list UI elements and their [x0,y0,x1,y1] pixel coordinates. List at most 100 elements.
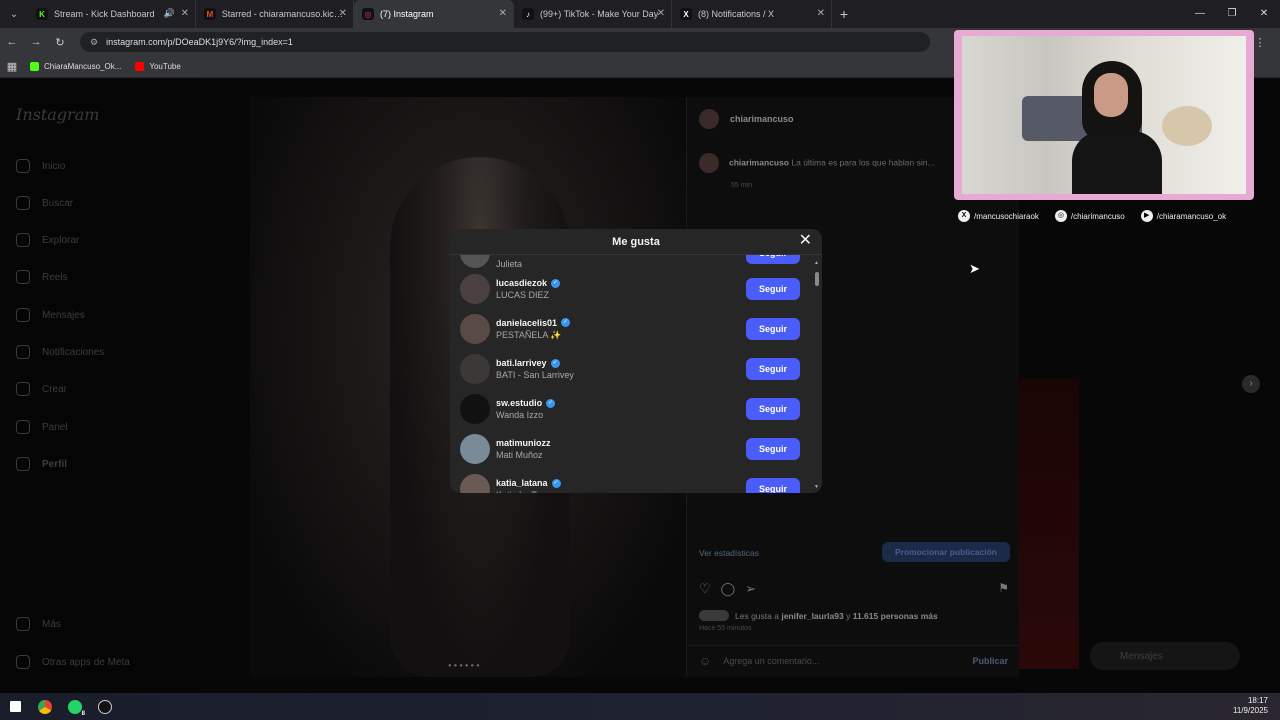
scroll-up-icon[interactable]: ▲ [814,260,819,266]
follow-button[interactable]: Seguir [746,318,800,340]
username[interactable]: katia_latana ✓ [496,478,561,488]
reload-icon[interactable]: ↻ [48,36,72,49]
tab-1[interactable]: K Stream - Kick Dashboard 🔊 ✕ [28,0,196,28]
verified-badge-icon: ✓ [561,318,571,327]
verified-badge-icon: ✓ [546,398,556,408]
nav-more[interactable]: Más [16,617,61,631]
likes-list[interactable]: Julieta Seguir lucasdiezok✓LUCAS DIEZSeg… [450,255,812,493]
list-item: lucasdiezok ✓ LUCAS DIEZ Seguir [460,269,810,309]
likes-summary[interactable]: Les gusta a jenifer_laurla93 y 11.615 pe… [699,610,938,621]
tab-3[interactable]: ◎ (7) Instagram ✕ [354,0,514,28]
nav-buscar[interactable]: Buscar [16,196,73,210]
promote-button[interactable]: Promocionar publicación [882,542,1010,562]
verified-badge-icon: ✓ [551,278,561,288]
avatar[interactable] [460,394,490,424]
tab-search-chevron-icon[interactable]: ⌄ [0,0,28,28]
social-x: X/mancusochiaraok [958,210,1039,222]
close-icon[interactable]: ✕ [799,233,812,249]
new-tab-button[interactable]: + [832,6,856,22]
avatar[interactable] [460,474,490,493]
windows-start-icon[interactable] [0,693,30,720]
username[interactable]: bati.larrivey ✓ [496,358,574,368]
bookmark-2[interactable]: YouTube [135,62,181,71]
post-author[interactable]: chiarimancuso [699,109,794,129]
chrome-icon[interactable] [30,693,60,720]
tab-2[interactable]: M Starred - chiaramancuso.kick@ ✕ [196,0,354,28]
whatsapp-icon[interactable]: 8 [60,693,90,720]
avatar[interactable] [460,434,490,464]
username[interactable]: matimuniozz [496,438,551,448]
username[interactable]: danielacelis01 ✓ [496,318,571,328]
modal-scrollbar[interactable]: ▲ ▼ [814,260,820,490]
nav-inicio[interactable]: Inicio [16,159,65,173]
share-icon[interactable]: ➢ [745,581,766,596]
user-names: matimuniozz Mati Muñoz [496,438,551,460]
streamer-body [1072,131,1162,194]
tab-4[interactable]: ♪ (99+) TikTok - Make Your Day ✕ [514,0,672,28]
avatar[interactable] [460,255,490,268]
webcam-overlay [954,30,1254,200]
instagram-logo[interactable]: Instagram [16,105,99,124]
tab-close-icon[interactable]: ✕ [339,8,347,19]
verified-badge-icon: ✓ [551,478,561,488]
tab-label: (8) Notifications / X [698,9,775,19]
address-bar[interactable]: ⚙ instagram.com/p/DOeaDK1j9Y6/?img_index… [80,32,930,52]
apps-grid-icon[interactable]: ▦ [0,60,24,73]
publish-button[interactable]: Publicar [972,656,1008,666]
display-name: PESTAÑELA ✨ [496,329,562,340]
scroll-down-icon[interactable]: ▼ [814,484,819,490]
youtube-icon: ▶ [1140,210,1153,222]
avatar [699,153,719,173]
nav-icon [16,270,30,284]
minimize-icon[interactable]: — [1184,0,1216,28]
tab-close-icon[interactable]: ✕ [499,8,507,19]
nav-mensajes[interactable]: Mensajes [16,308,85,322]
nav-perfil[interactable]: Perfil [16,457,67,471]
avatar[interactable] [460,354,490,384]
avatar[interactable] [460,274,490,304]
forward-icon[interactable]: → [24,36,48,48]
url-text: instagram.com/p/DOeaDK1j9Y6/?img_index=1 [106,37,293,47]
emoji-icon[interactable]: ☺ [699,654,711,668]
scroll-thumb[interactable] [815,272,819,286]
site-info-icon[interactable]: ⚙ [90,37,98,48]
tab-close-icon[interactable]: ✕ [817,8,825,19]
speaker-icon[interactable]: 🔊 [164,8,175,19]
obs-icon[interactable] [90,693,120,720]
tab-close-icon[interactable]: ✕ [181,8,189,19]
nav-notificaciones[interactable]: Notificaciones [16,345,104,359]
tab-5[interactable]: X (8) Notifications / X ✕ [672,0,832,28]
back-icon[interactable]: ← [0,36,24,48]
tab-close-icon[interactable]: ✕ [657,8,665,19]
bookmark-1[interactable]: ChiaraMancuso_Ok... [30,62,121,71]
follow-button[interactable]: Seguir [746,398,800,420]
avatar[interactable] [460,314,490,344]
view-stats-link[interactable]: Ver estadísticas [699,548,759,558]
follow-button[interactable]: Seguir [746,438,800,460]
nav-crear[interactable]: Crear [16,382,67,396]
nav-reels[interactable]: Reels [16,270,68,284]
next-arrow-icon[interactable]: › [1242,375,1260,393]
comment-input[interactable]: Agrega un comentario... [723,656,819,666]
streamer-face [1094,73,1128,117]
username[interactable]: lucasdiezok ✓ [496,278,561,288]
username[interactable]: sw.estudio ✓ [496,398,556,408]
follow-button[interactable]: Seguir [746,255,800,264]
messages-pill[interactable]: Mensajes [1090,642,1240,670]
maximize-icon[interactable]: ❐ [1216,0,1248,28]
tab-label: Starred - chiaramancuso.kick@ [221,9,345,19]
nav-explorar[interactable]: Explorar [16,233,79,247]
social-handle: /chiarimancuso [1070,211,1125,221]
clock[interactable]: 18:17 11/9/2025 [1233,696,1268,716]
heart-icon[interactable]: ♡ [699,581,721,596]
follow-button[interactable]: Seguir [746,358,800,380]
follow-button[interactable]: Seguir [746,278,800,300]
instagram-icon: ◎ [1054,210,1067,222]
nav-panel[interactable]: Panel [16,420,68,434]
list-item: danielacelis01 ✓ PESTAÑELA ✨ Seguir [460,309,810,349]
follow-button[interactable]: Seguir [746,478,800,493]
bookmark-icon[interactable]: ⚑ [998,581,1009,595]
comment-icon[interactable]: ◯ [721,581,746,596]
nav-meta-apps[interactable]: Otras apps de Meta [16,655,130,669]
close-window-icon[interactable]: ✕ [1248,0,1280,28]
